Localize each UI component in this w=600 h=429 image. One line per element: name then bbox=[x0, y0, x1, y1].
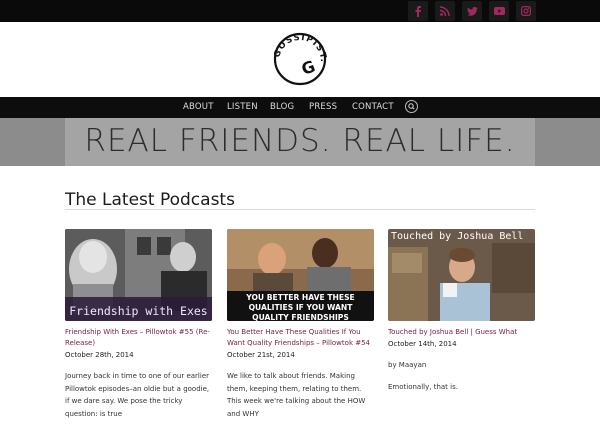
podcast-excerpt: We like to talk about friends. Making th… bbox=[227, 370, 374, 420]
search-icon[interactable] bbox=[405, 100, 418, 113]
podcast-card: You Better Have These Qualities If You W… bbox=[227, 229, 374, 429]
svg-text:GOSSIPIST.: GOSSIPIST. bbox=[273, 33, 327, 63]
podcast-thumbnail[interactable]: Touched by Joshua Bell bbox=[388, 229, 535, 321]
thumbnail-caption: Touched by Joshua Bell bbox=[391, 231, 524, 242]
instagram-icon[interactable] bbox=[516, 1, 536, 21]
podcast-thumbnail[interactable]: Friendship with Exes bbox=[65, 229, 212, 321]
nav-blog[interactable]: BLOG bbox=[270, 97, 294, 118]
excerpt-paragraph: by Maayan bbox=[388, 361, 427, 369]
facebook-icon[interactable] bbox=[408, 1, 428, 21]
excerpt-paragraph: Journey back in time to one of our earli… bbox=[65, 372, 210, 418]
nav-press[interactable]: PRESS bbox=[309, 97, 337, 118]
excerpt-paragraph: Emotionally, that is. bbox=[388, 382, 458, 391]
nav-contact[interactable]: CONTACT bbox=[352, 97, 394, 118]
podcast-thumbnail[interactable]: You Better Have These Qualities If You W… bbox=[227, 229, 374, 321]
podcast-title-link[interactable]: You Better Have These Qualities If You W… bbox=[227, 327, 374, 349]
nav-about[interactable]: ABOUT bbox=[183, 97, 214, 118]
main-nav: ABOUT LISTEN BLOG PRESS CONTACT bbox=[0, 97, 600, 118]
top-bar bbox=[0, 0, 600, 22]
youtube-icon[interactable] bbox=[489, 1, 509, 21]
banner-text: REAL FRIENDS. REAL LIFE. bbox=[84, 123, 516, 159]
site-logo[interactable]: GOSSIPIST. G bbox=[272, 29, 327, 89]
podcast-date: October 14th, 2014 bbox=[388, 340, 457, 348]
section-divider bbox=[65, 209, 535, 210]
section-title: The Latest Podcasts bbox=[65, 190, 235, 210]
podcast-title-link[interactable]: Touched by Joshua Bell | Guess What bbox=[388, 327, 535, 338]
podcast-excerpt: Journey back in time to one of our earli… bbox=[65, 370, 212, 420]
twitter-icon[interactable] bbox=[462, 1, 482, 21]
svg-text:G: G bbox=[299, 56, 318, 78]
excerpt-paragraph: We like to talk about friends. Making th… bbox=[227, 372, 366, 418]
podcast-date: October 21st, 2014 bbox=[227, 351, 295, 359]
nav-listen[interactable]: LISTEN bbox=[227, 97, 258, 118]
podcast-card: Touched by Joshua Bell Touched by Joshua… bbox=[388, 229, 535, 402]
podcast-card: Friendship with Exes Friendship With Exe… bbox=[65, 229, 212, 429]
podcast-date: October 28th, 2014 bbox=[65, 351, 134, 359]
podcast-title-link[interactable]: Friendship With Exes – Pillowtok #55 (Re… bbox=[65, 327, 212, 349]
thumbnail-caption: Friendship with Exes bbox=[69, 304, 208, 318]
podcast-excerpt: by Maayan Emotionally, that is. bbox=[388, 359, 535, 393]
thumbnail-caption: You Better Have These Qualities If You W… bbox=[246, 293, 355, 321]
rss-icon[interactable] bbox=[435, 1, 455, 21]
